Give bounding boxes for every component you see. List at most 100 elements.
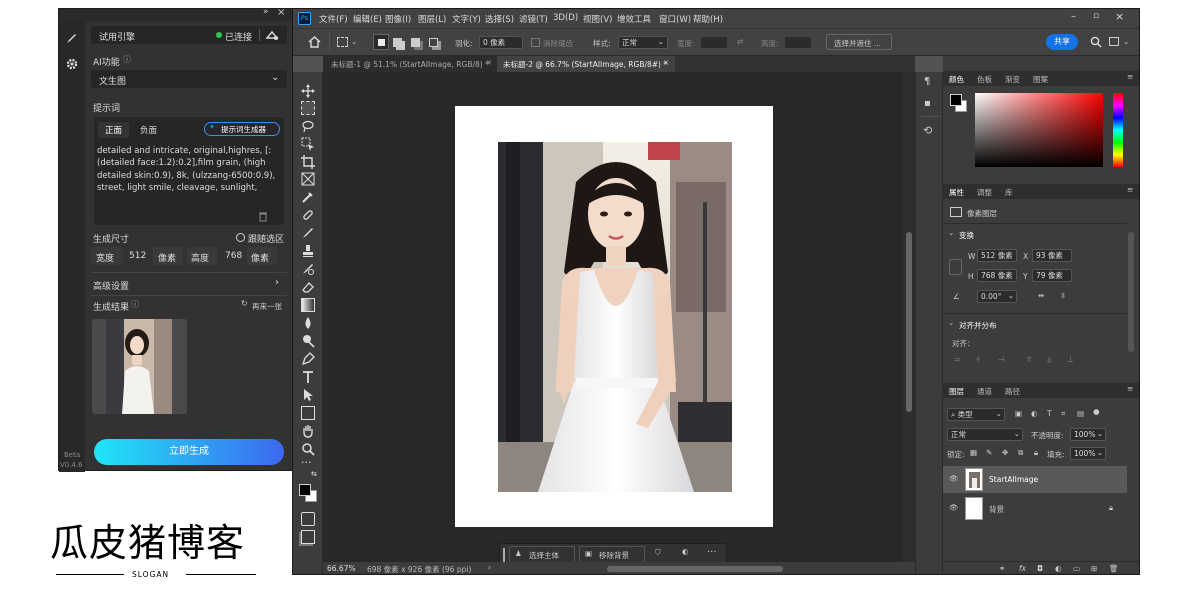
- tab-layers[interactable]: 图层: [949, 386, 964, 397]
- tab-adjustments[interactable]: 调整: [977, 187, 992, 198]
- subtract-selection-button[interactable]: [411, 38, 420, 47]
- close-window-icon[interactable]: ×: [1115, 10, 1124, 23]
- ai-function-dropdown[interactable]: 文生图 ⌄: [91, 70, 287, 88]
- type-tool-icon[interactable]: [301, 370, 315, 384]
- object-select-tool-icon[interactable]: [301, 137, 315, 151]
- generate-button[interactable]: 立即生成: [94, 439, 284, 465]
- quick-mask-icon[interactable]: [301, 512, 315, 526]
- filter-pixel-icon[interactable]: ▣: [1015, 409, 1022, 418]
- home-icon[interactable]: [308, 36, 321, 48]
- menu-view[interactable]: 视图(V): [583, 13, 612, 25]
- trash-icon[interactable]: [258, 211, 268, 222]
- feather-input[interactable]: 0 像素: [479, 36, 523, 49]
- lock-brush-icon[interactable]: ✎: [986, 448, 992, 457]
- fx-icon[interactable]: fx: [1019, 564, 1026, 573]
- tab-negative[interactable]: 负面: [140, 124, 157, 136]
- align-center-icon[interactable]: ⫩: [976, 355, 980, 365]
- chevron-right-icon[interactable]: ›: [488, 563, 491, 572]
- add-selection-button[interactable]: [393, 38, 402, 47]
- filter-adjustment-icon[interactable]: ◐: [1031, 409, 1038, 418]
- remove-background-button[interactable]: ▣ 移除背景: [579, 546, 645, 563]
- eye-icon[interactable]: 👁︎: [949, 503, 959, 512]
- panel-menu-icon[interactable]: ≡: [1127, 384, 1133, 393]
- more-tools-icon[interactable]: ···: [301, 456, 315, 470]
- x-input[interactable]: 93 像素: [1032, 249, 1072, 262]
- lock-position-icon[interactable]: ✥: [1002, 448, 1008, 457]
- lock-artboard-icon[interactable]: ⧉: [1018, 448, 1023, 458]
- blur-tool-icon[interactable]: [301, 316, 315, 330]
- filter-toggle-icon[interactable]: ●: [1093, 407, 1100, 416]
- minimize-icon[interactable]: –: [1071, 11, 1076, 22]
- pen-tool-icon[interactable]: [301, 352, 315, 366]
- filter-type-icon[interactable]: T: [1047, 409, 1052, 418]
- close-tab-icon[interactable]: ×: [486, 58, 492, 67]
- tab-color[interactable]: 颜色: [949, 74, 964, 85]
- color-picker-field[interactable]: [975, 93, 1103, 167]
- screen-mode-icon[interactable]: [301, 530, 315, 544]
- menu-help[interactable]: 帮助(H): [693, 13, 723, 25]
- filter-shape-icon[interactable]: ⌗: [1061, 409, 1065, 419]
- chevron-down-icon[interactable]: ⌄: [948, 228, 954, 237]
- align-middle-icon[interactable]: ⫫: [1047, 355, 1051, 365]
- menu-select[interactable]: 选择(S): [485, 13, 514, 25]
- eyedropper-tool-icon[interactable]: [301, 190, 315, 204]
- chevron-down-icon[interactable]: ⌄: [948, 318, 954, 327]
- menu-type[interactable]: 文字(Y): [452, 13, 481, 25]
- lock-all-icon[interactable]: 🔒︎: [1034, 448, 1038, 458]
- chevron-down-icon[interactable]: ⌄: [1123, 37, 1129, 46]
- menu-plugins[interactable]: 增效工具: [617, 13, 651, 25]
- properties-scrollbar[interactable]: [1128, 232, 1134, 352]
- dodge-tool-icon[interactable]: [301, 334, 315, 348]
- link-dimensions-icon[interactable]: [949, 259, 962, 275]
- width-input[interactable]: [700, 36, 728, 49]
- zoom-tool-icon[interactable]: [301, 442, 315, 456]
- layer-name[interactable]: 背景: [989, 504, 1004, 515]
- layer-filter-dropdown[interactable]: ⌕ 类型 ⌄: [947, 408, 1005, 421]
- prompt-textarea[interactable]: detailed and intricate, original,highres…: [97, 145, 279, 207]
- ps-app-icon[interactable]: Ps: [298, 12, 311, 25]
- result-thumbnail[interactable]: [92, 319, 187, 414]
- chevron-right-icon[interactable]: ›: [275, 277, 279, 288]
- chevron-down-icon[interactable]: ⌄: [351, 37, 357, 46]
- align-top-icon[interactable]: ⫪: [1027, 355, 1031, 365]
- advanced-settings-label[interactable]: 高级设置: [93, 279, 129, 292]
- document-tab-1[interactable]: 未标题-1 @ 51.1% (StartAIImage, RGB/8) * ×: [323, 56, 497, 72]
- lock-icon[interactable]: 🔒︎: [1109, 503, 1113, 513]
- horizontal-scrollbar-thumb[interactable]: [607, 566, 783, 572]
- menu-3d[interactable]: 3D(D): [553, 13, 578, 23]
- tab-patterns[interactable]: 图案: [1033, 74, 1048, 85]
- filter-smart-icon[interactable]: ▤: [1077, 409, 1084, 418]
- document-tab-2[interactable]: 未标题-2 @ 66.7% (StartAIImage, RGB/8#) * ×: [497, 56, 675, 72]
- group-icon[interactable]: ▭: [1073, 564, 1080, 573]
- width-input[interactable]: 512: [129, 251, 146, 261]
- y-input[interactable]: 79 像素: [1032, 269, 1072, 282]
- add-mask-icon[interactable]: ◘: [1037, 564, 1043, 573]
- height-input[interactable]: 768: [225, 251, 242, 261]
- maximize-icon[interactable]: ▫: [1093, 11, 1099, 21]
- w-input[interactable]: 512 像素: [977, 249, 1017, 262]
- antialias-checkbox[interactable]: [531, 38, 540, 47]
- adjust-icon[interactable]: ◐: [682, 547, 689, 556]
- rectangle-tool-icon[interactable]: [301, 406, 315, 420]
- layer-name[interactable]: StartAIImage: [989, 475, 1038, 484]
- flip-horizontal-icon[interactable]: ⇹: [1038, 291, 1044, 300]
- engine-selector[interactable]: 试用引擎 已连接: [91, 26, 287, 44]
- layer-row-startaiimage[interactable]: 👁︎ StartAIImage: [943, 466, 1127, 493]
- prompt-generator-button[interactable]: ✦ 提示词生成器: [204, 122, 280, 136]
- stamp-tool-icon[interactable]: [301, 244, 315, 258]
- crop-tool-icon[interactable]: [301, 155, 315, 169]
- brush-tool-icon[interactable]: [301, 226, 315, 240]
- more-options-icon[interactable]: ···: [707, 547, 717, 558]
- mask-icon[interactable]: ⛉: [655, 548, 661, 558]
- tab-channels[interactable]: 通道: [977, 386, 992, 397]
- panel-fg-color[interactable]: [950, 94, 962, 106]
- menu-layer[interactable]: 图层(L): [418, 13, 446, 25]
- gear-icon[interactable]: [65, 57, 79, 71]
- link-layers-icon[interactable]: ⚭: [999, 564, 1005, 573]
- scrollbar-thumb[interactable]: [906, 232, 912, 412]
- share-button[interactable]: 共享: [1046, 34, 1078, 50]
- hand-tool-icon[interactable]: [301, 424, 315, 438]
- close-icon[interactable]: ×: [277, 7, 285, 18]
- properties-panel-icon[interactable]: ¶: [924, 76, 930, 87]
- delete-layer-icon[interactable]: 🗑︎: [1109, 564, 1119, 573]
